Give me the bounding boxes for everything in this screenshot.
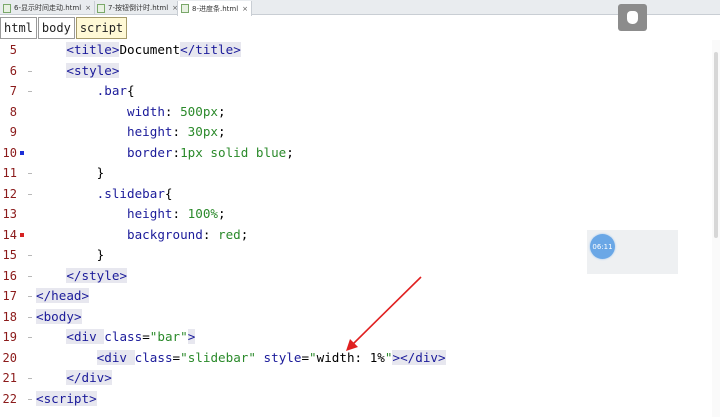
arrow-shaft — [351, 276, 422, 346]
annotation-arrow — [346, 276, 422, 351]
